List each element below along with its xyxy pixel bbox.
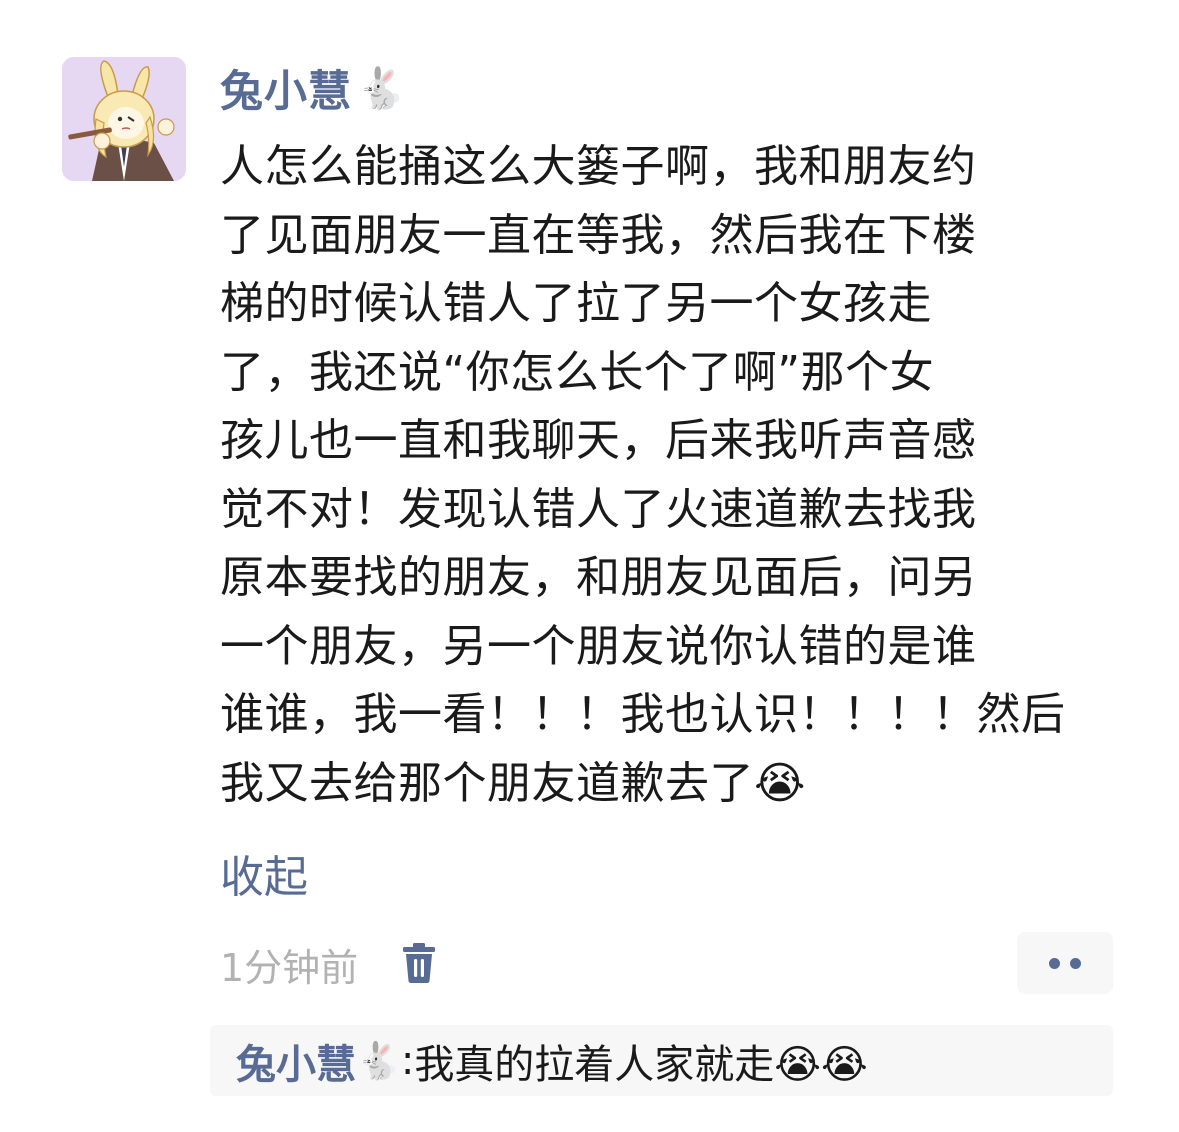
collapse-link[interactable]: 收起 [220, 843, 308, 903]
content-line: 觉不对！发现认错人了火速道歉去找我 [220, 483, 977, 535]
rabbit-emoji: 🐇 [356, 1040, 401, 1082]
comment-panel: 兔小慧 🐇: 我真的拉着人家就走😭😭 [210, 1025, 1113, 1096]
comment-separator: : [400, 1037, 415, 1084]
more-dots-icon [1049, 957, 1060, 969]
content-line: 人怎么能捅这么大篓子啊，我和朋友约 [220, 141, 977, 192]
cartoon-rabbit-icon [62, 57, 186, 181]
more-actions-button[interactable] [1017, 932, 1113, 994]
trash-icon [403, 943, 435, 983]
comment-author[interactable]: 兔小慧 [236, 1032, 356, 1090]
post-content: 人怎么能捅这么大篓子啊，我和朋友约 了见面朋友一直在等我，然后我在下楼 梯的时候… [220, 133, 1105, 818]
content-line: 梯的时候认错人了拉了另一个女孩走 [220, 278, 932, 329]
content-line: 我又去给那个朋友道歉去了😭 [220, 757, 806, 809]
content-line: 谁谁，我一看！！！我也认识！！！！然后 [220, 689, 1066, 740]
content-line: 原本要找的朋友，和朋友见面后，问另 [220, 552, 977, 603]
content-line: 了见面朋友一直在等我，然后我在下楼 [220, 209, 977, 261]
comment-text: 我真的拉着人家就走😭😭 [414, 1041, 868, 1088]
content-line: 孩儿也一直和我聊天，后来我听声音感 [220, 415, 977, 466]
content-line: 一个朋友，另一个朋友说你认错的是谁 [220, 620, 977, 672]
rabbit-emoji: 🐇 [356, 65, 407, 112]
content-line: 了，我还说“你怎么长个了啊”那个女 [220, 346, 935, 398]
delete-button[interactable] [402, 942, 436, 984]
comment-item[interactable]: 兔小慧 🐇: 我真的拉着人家就走😭😭 [236, 1025, 868, 1096]
post-timestamp: 1分钟前 [220, 945, 359, 990]
more-dots-icon [1070, 957, 1081, 969]
author-avatar[interactable] [62, 57, 186, 181]
author-name: 兔小慧 [220, 67, 352, 117]
post-author[interactable]: 兔小慧 🐇 [220, 58, 407, 118]
